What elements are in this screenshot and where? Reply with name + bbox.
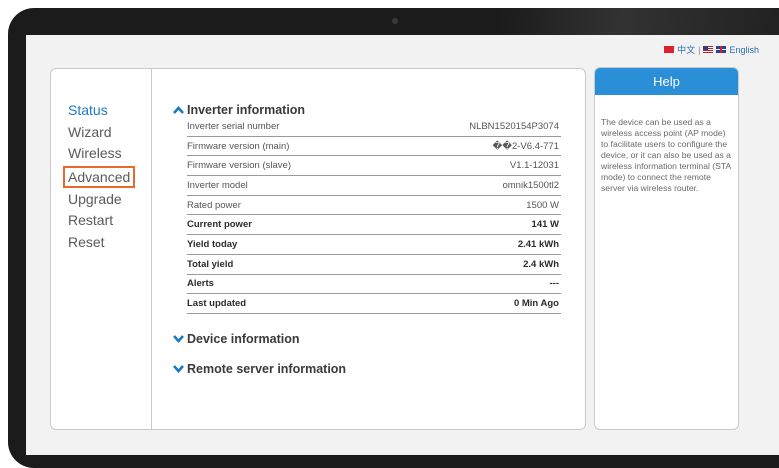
row-value: 1500 W <box>526 199 559 211</box>
china-flag-icon[interactable] <box>664 46 675 53</box>
menu-divider <box>151 69 152 429</box>
uk-flag-icon[interactable] <box>716 46 727 53</box>
menu-item-reset[interactable]: Reset <box>68 232 150 254</box>
us-flag-icon[interactable] <box>703 46 714 53</box>
row-value: 141 W <box>531 219 559 231</box>
table-row: Firmware version (main) ��2-V6.4-771 <box>187 137 561 157</box>
inverter-info-table: Inverter serial number NLBN1520154P3074 … <box>187 117 561 314</box>
remote-server-header[interactable]: Remote server information <box>173 362 561 376</box>
chevron-down-icon <box>173 365 184 373</box>
row-value: V1.1-12031 <box>509 160 559 172</box>
table-row: Last updated 0 Min Ago <box>187 294 561 314</box>
device-info-header[interactable]: Device information <box>173 332 561 346</box>
row-label: Firmware version (slave) <box>187 160 291 172</box>
row-label: Rated power <box>187 199 241 211</box>
inverter-info-title: Inverter information <box>187 103 306 117</box>
remote-server-title: Remote server information <box>187 361 347 376</box>
help-title: Help <box>595 68 738 95</box>
row-label: Alerts <box>187 278 214 290</box>
table-row: Inverter model omnik1500tl2 <box>187 176 561 196</box>
table-row: Alerts --- <box>187 275 561 295</box>
row-value: 2.4 kWh <box>523 258 559 270</box>
row-value: NLBN1520154P3074 <box>469 120 559 132</box>
device-info-title: Device information <box>187 331 300 346</box>
row-value: 0 Min Ago <box>513 298 559 310</box>
row-label: Last updated <box>187 298 247 310</box>
row-label: Inverter model <box>187 179 248 191</box>
help-text: The device can be used as a wireless acc… <box>601 117 731 193</box>
tablet-screen: 中文 | English Status Wizard Wireless Adva… <box>26 35 779 455</box>
language-separator: | <box>698 44 701 55</box>
row-value: ��2-V6.4-771 <box>492 140 560 152</box>
table-row: Rated power 1500 W <box>187 196 561 216</box>
menu-item-wizard[interactable]: Wizard <box>68 122 150 144</box>
table-row: Inverter serial number NLBN1520154P3074 <box>187 117 561 137</box>
main-panel: Status Wizard Wireless Advanced Upgrade … <box>50 68 586 430</box>
chinese-language-link[interactable]: 中文 <box>677 43 695 56</box>
help-panel: Help The device can be used as a wireles… <box>594 67 739 430</box>
menu-item-status[interactable]: Status <box>68 100 150 122</box>
chevron-down-icon <box>173 335 184 343</box>
table-row: Total yield 2.4 kWh <box>187 255 561 275</box>
table-row: Yield today 2.41 kWh <box>187 235 561 255</box>
menu-item-restart[interactable]: Restart <box>68 210 150 232</box>
status-content: Inverter information Inverter serial num… <box>173 103 561 376</box>
row-value: omnik1500tl2 <box>502 179 559 191</box>
row-label: Current power <box>187 219 252 231</box>
menu-item-upgrade[interactable]: Upgrade <box>68 189 150 211</box>
row-label: Inverter serial number <box>187 120 280 132</box>
row-value: --- <box>549 278 560 290</box>
english-language-link[interactable]: English <box>729 45 759 55</box>
chevron-up-icon <box>173 106 184 114</box>
row-label: Total yield <box>187 258 234 270</box>
sidebar-menu: Status Wizard Wireless Advanced Upgrade … <box>63 100 150 254</box>
row-label: Yield today <box>187 238 238 250</box>
table-row: Current power 141 W <box>187 215 561 236</box>
table-row: Firmware version (slave) V1.1-12031 <box>187 156 561 177</box>
row-value: 2.41 kWh <box>517 238 559 250</box>
menu-item-advanced[interactable]: Advanced <box>63 165 135 188</box>
row-label: Firmware version (main) <box>187 140 290 152</box>
language-bar: 中文 | English <box>664 43 759 56</box>
menu-item-wireless[interactable]: Wireless <box>68 143 150 165</box>
camera-icon <box>392 18 398 24</box>
inverter-info-header[interactable]: Inverter information <box>173 103 561 117</box>
